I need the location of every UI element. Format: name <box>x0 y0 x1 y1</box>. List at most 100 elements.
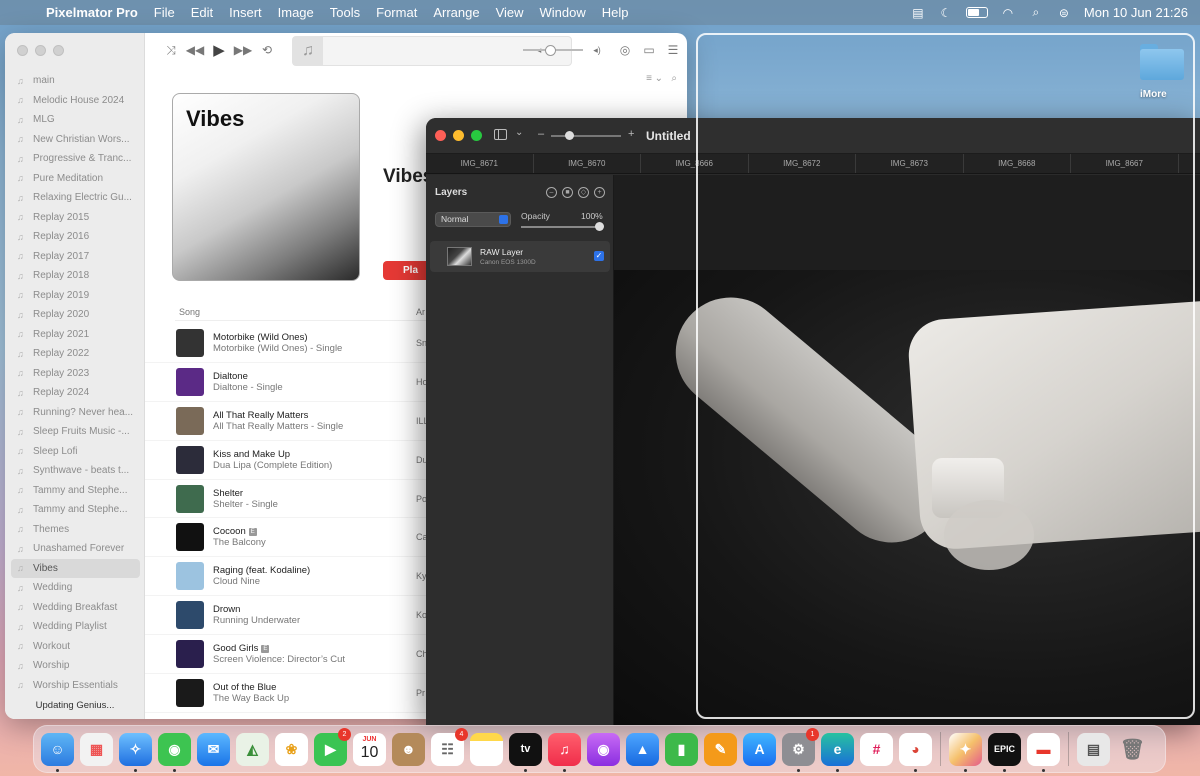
layers-stack-icon[interactable]: ◇ <box>578 187 589 198</box>
sidebar-playlist-item[interactable]: ♫ Workout <box>11 637 140 657</box>
mask-icon[interactable]: ■ <box>562 187 573 198</box>
system-settings-icon[interactable]: ⚙ 1 <box>782 727 819 772</box>
pages-icon[interactable]: ✎ <box>704 732 737 766</box>
app-menu[interactable]: Pixelmator Pro <box>46 5 138 20</box>
chrome-icon[interactable]: ◕ <box>899 732 932 772</box>
sidebar-playlist-item[interactable]: ♫ Melodic House 2024 <box>11 91 140 111</box>
zoom-out-icon[interactable]: – <box>538 128 544 140</box>
song-column-header[interactable]: Song <box>179 307 200 317</box>
document-tab[interactable]: IMG_8672 <box>749 154 856 173</box>
sidebar-playlist-item[interactable]: ♫ Unashamed Forever <box>11 539 140 559</box>
menu-format[interactable]: Format <box>376 5 417 20</box>
epic-games-icon[interactable]: EPIC <box>988 732 1021 772</box>
menu-window[interactable]: Window <box>540 5 586 20</box>
numbers-icon[interactable]: ▮ <box>665 732 698 766</box>
add-layer-icon[interactable]: + <box>594 187 605 198</box>
messages-icon[interactable]: ◉ <box>158 732 191 772</box>
shuffle-icon[interactable]: ⤨ <box>159 43 183 58</box>
document-tab[interactable]: IMG_8667 <box>1071 154 1179 173</box>
lyrics-icon[interactable]: ▭ <box>637 43 661 57</box>
sidebar-playlist-item[interactable]: ♫ Replay 2021 <box>11 325 140 345</box>
podcasts-icon[interactable]: ◉ <box>587 732 620 766</box>
menu-help[interactable]: Help <box>602 5 629 20</box>
menu-tools[interactable]: Tools <box>330 5 360 20</box>
image-canvas[interactable] <box>614 175 1200 725</box>
menu-clock[interactable]: Mon 10 Jun 21:26 <box>1084 5 1188 20</box>
document-tab[interactable]: IMG_8670 <box>534 154 641 173</box>
close-button[interactable] <box>17 45 28 56</box>
document-tab[interactable]: IMG_8673 <box>856 154 964 173</box>
repeat-icon[interactable]: ⟲ <box>255 43 279 57</box>
zoom-in-icon[interactable]: + <box>628 128 634 140</box>
sidebar-playlist-item[interactable]: ♫ Worship Essentials <box>11 676 140 696</box>
apple-tv-icon[interactable]: tv <box>509 732 542 772</box>
sort-filter-icon[interactable]: ≡ ⌄ ⌕ <box>646 73 677 84</box>
sidebar-playlist-item[interactable]: ♫ Vibes <box>11 558 140 578</box>
layer-row[interactable]: RAW Layer Canon EOS 1300D ✓ <box>430 241 610 272</box>
blend-mode-select[interactable]: Normal <box>435 212 511 227</box>
opacity-value[interactable]: 100% <box>581 211 603 221</box>
parallels-icon[interactable]: ▬ <box>1027 732 1060 772</box>
pixelmator-pro-icon[interactable]: ✦ <box>949 732 982 772</box>
previous-track-button[interactable]: ◀◀ <box>183 43 207 57</box>
sidebar-playlist-item[interactable]: ♫ Wedding <box>11 578 140 598</box>
zoom-button[interactable] <box>471 130 482 141</box>
layer-visibility-checkbox[interactable]: ✓ <box>594 251 604 261</box>
music-icon[interactable]: ♫ <box>548 732 581 772</box>
notes-icon[interactable] <box>470 732 503 766</box>
sidebar-playlist-item[interactable]: ♫ Replay 2016 <box>11 227 140 247</box>
volume-slider[interactable] <box>523 45 583 56</box>
close-button[interactable] <box>435 130 446 141</box>
facetime-icon[interactable]: ▶ 2 <box>314 727 351 766</box>
spotlight-search-icon[interactable]: ⌕ <box>1028 5 1044 19</box>
sidebar-playlist-item[interactable]: ♫ New Christian Wors... <box>11 130 140 150</box>
menu-file[interactable]: File <box>154 5 175 20</box>
contacts-icon[interactable]: ☻ <box>392 732 425 766</box>
sidebar-playlist-item[interactable]: ♫ Replay 2022 <box>11 344 140 364</box>
menu-insert[interactable]: Insert <box>229 5 262 20</box>
maps-icon[interactable]: ◭ <box>236 732 269 766</box>
focus-moon-icon[interactable]: ☾ <box>938 6 954 20</box>
sidebar-playlist-item[interactable]: ♫ Replay 2018 <box>11 266 140 286</box>
sidebar-playlist-item[interactable]: ♫ Running? Never hea... <box>11 403 140 423</box>
wifi-icon[interactable]: ◠ <box>1000 6 1016 20</box>
minimize-button[interactable] <box>35 45 46 56</box>
sidebar-playlist-item[interactable]: ♫ Synthwave - beats t... <box>11 461 140 481</box>
sidebar-playlist-item[interactable]: ♫ Sleep Fruits Music -... <box>11 422 140 442</box>
menu-image[interactable]: Image <box>278 5 314 20</box>
document-tab[interactable]: IMG_8668 <box>964 154 1071 173</box>
sidebar-playlist-item[interactable]: ♫ Progressive & Tranc... <box>11 149 140 169</box>
sidebar-playlist-item[interactable]: ♫ Tammy and Stephe... <box>11 500 140 520</box>
edge-icon[interactable]: e <box>821 732 854 772</box>
folder-icon[interactable] <box>1140 44 1184 80</box>
sidebar-playlist-item[interactable]: ♫ Pure Meditation <box>11 169 140 189</box>
stage-manager-icon[interactable]: ▤ <box>910 6 926 20</box>
minimize-button[interactable] <box>453 130 464 141</box>
queue-list-icon[interactable]: ☰ <box>661 43 685 57</box>
keynote-icon[interactable]: ▲ <box>626 732 659 766</box>
opacity-slider[interactable] <box>521 222 604 231</box>
airplay-icon[interactable]: ◎ <box>613 43 637 57</box>
zoom-slider[interactable] <box>551 131 621 140</box>
finder-icon[interactable]: ☺ <box>41 732 74 772</box>
sidebar-playlist-item[interactable]: ♫ Replay 2015 <box>11 208 140 228</box>
sidebar-playlist-item[interactable]: ♫ Wedding Breakfast <box>11 598 140 618</box>
sidebar-playlist-item[interactable]: ♫ Replay 2023 <box>11 364 140 384</box>
sidebar-playlist-item[interactable]: ♫ MLG <box>11 110 140 130</box>
documents-stack-icon[interactable]: ▤ <box>1077 732 1110 766</box>
sidebar-playlist-item[interactable]: ♫ Worship <box>11 656 140 676</box>
sidebar-playlist-item[interactable]: ♫ Themes <box>11 520 140 540</box>
app-store-icon[interactable]: A <box>743 732 776 766</box>
sidebar-playlist-item[interactable]: ♫ Sleep Lofi <box>11 442 140 462</box>
play-button[interactable]: ▶ <box>207 41 231 59</box>
sidebar-playlist-item[interactable]: ♫ Replay 2024 <box>11 383 140 403</box>
folder-label[interactable]: iMore <box>1140 89 1167 100</box>
document-tab[interactable]: IMG_8666 <box>641 154 749 173</box>
remove-layer-icon[interactable]: – <box>546 187 557 198</box>
next-track-button[interactable]: ▶▶ <box>231 43 255 57</box>
slack-icon[interactable]: # <box>860 732 893 766</box>
sidebar-playlist-item[interactable]: ♫ Relaxing Electric Gu... <box>11 188 140 208</box>
menu-view[interactable]: View <box>496 5 524 20</box>
sidebar-playlist-item[interactable]: ♫ Wedding Playlist <box>11 617 140 637</box>
sidebar-playlist-item[interactable]: ♫ main <box>11 71 140 91</box>
